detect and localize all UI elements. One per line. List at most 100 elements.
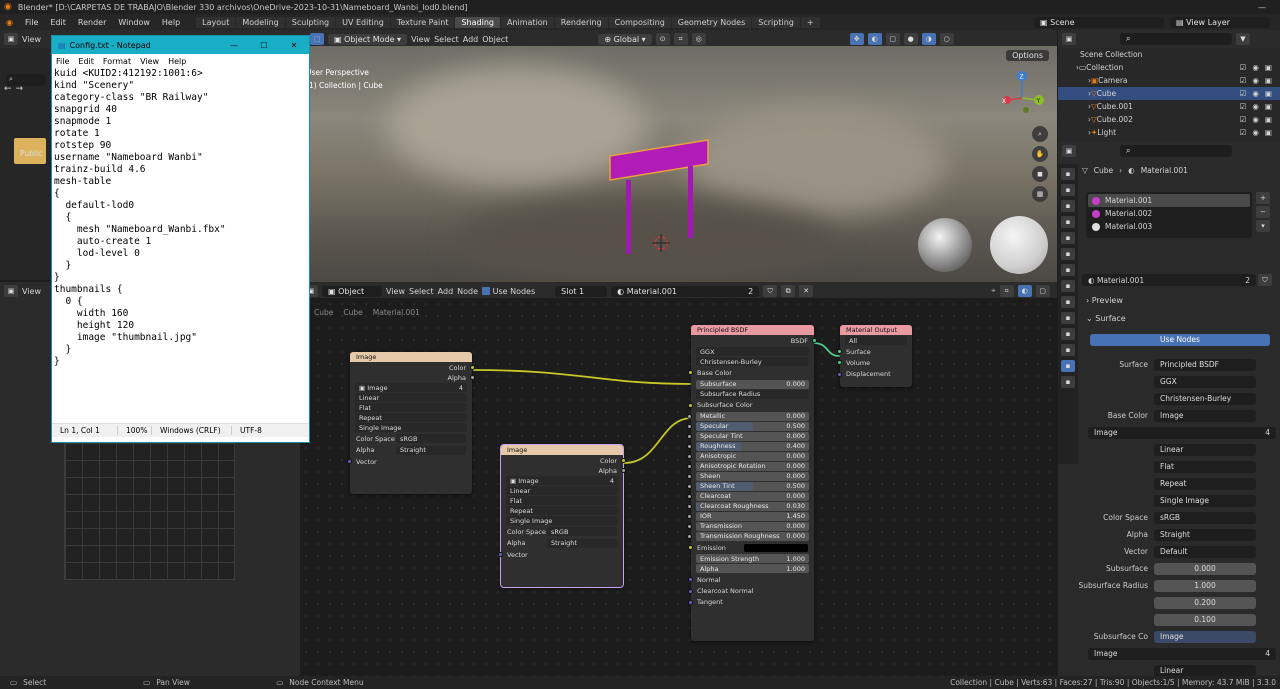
snap-toggle-icon[interactable]: ⌗ — [999, 285, 1014, 297]
back-icon[interactable]: ← — [4, 84, 12, 94]
extension-dropdown[interactable]: Repeat — [355, 413, 467, 423]
alpha-field[interactable]: Alpha 1.000 — [696, 564, 809, 574]
prop-tab-modifier-icon[interactable]: ▪ — [1061, 280, 1075, 292]
principled-bsdf-node[interactable]: Principled BSDF BSDF GGX Christensen-Bur… — [687, 325, 817, 641]
window-minimize-icon[interactable]: — — [1258, 3, 1280, 12]
menu-edit[interactable]: Edit — [44, 18, 72, 27]
menu-help[interactable]: Help — [156, 18, 186, 27]
view-layer-selector[interactable]: ▤ View Layer — [1170, 16, 1270, 28]
image-texture-node-1[interactable]: Image Color Alpha ▣ Image 4 Linear Flat R… — [347, 352, 475, 494]
pan-hand-icon[interactable]: ✋ — [1032, 146, 1048, 162]
tab-rendering[interactable]: Rendering — [554, 16, 608, 28]
tab-layout[interactable]: Layout — [196, 16, 236, 28]
camera-render-icon[interactable]: ▣ — [1265, 89, 1272, 98]
camera-render-icon[interactable]: ▣ — [1265, 115, 1272, 124]
interpolation-dropdown[interactable]: Linear — [355, 393, 467, 403]
node-header[interactable]: Principled BSDF — [691, 325, 814, 335]
notepad-menu-file[interactable]: File — [56, 57, 69, 66]
checkbox-icon[interactable]: ☑ — [1240, 102, 1247, 111]
outliner-scene-collection[interactable]: Scene Collection — [1058, 48, 1280, 61]
subsurface-method-dropdown[interactable]: Christensen-Burley — [696, 357, 809, 367]
tab-sculpting[interactable]: Sculpting — [285, 16, 336, 28]
outliner-item-cube[interactable]: › ▽ Cube ☑ ◉ ▣ — [1058, 87, 1280, 100]
nameboard-post-left[interactable] — [626, 180, 631, 254]
bsdf-param-metallic[interactable]: Metallic 0.000 — [687, 411, 809, 421]
add-slot-icon[interactable]: + — [1256, 192, 1270, 204]
socket-transmission[interactable] — [687, 523, 692, 529]
camera-render-icon[interactable]: ▣ — [1265, 102, 1272, 111]
close-icon[interactable]: ✕ — [279, 41, 309, 50]
img-opt-2-field[interactable]: Repeat — [1154, 477, 1256, 490]
tab-compositing[interactable]: Compositing — [608, 16, 671, 28]
image-view-menu[interactable]: View — [22, 287, 41, 296]
tab-scripting[interactable]: Scripting — [752, 16, 800, 28]
subsurface-field[interactable]: Subsurface 0.000 — [696, 379, 809, 389]
notepad-menu-edit[interactable]: Edit — [78, 57, 94, 66]
bsdf-param-anisotropic[interactable]: Anisotropic 0.000 — [687, 451, 809, 461]
eye-icon[interactable]: ◉ — [1252, 115, 1259, 124]
uv-grid[interactable] — [64, 442, 235, 580]
prop-tab-data-icon[interactable]: ▪ — [1061, 344, 1075, 356]
material-slot-item[interactable]: Material.001 — [1088, 194, 1250, 207]
subsurface-radius-x-field[interactable]: 1.000 — [1154, 579, 1256, 592]
3d-viewport[interactable]: User Perspective (1) Collection | Cube O… — [306, 46, 1057, 282]
outliner-search-input[interactable]: ⌕ — [1120, 33, 1232, 45]
nameboard-panel[interactable] — [609, 139, 709, 181]
socket-surface[interactable] — [837, 349, 842, 355]
socket-anisotropic[interactable] — [687, 453, 692, 459]
bsdf-param-clearcoat-roughness[interactable]: Clearcoat Roughness 0.030 — [687, 501, 809, 511]
backdrop-icon[interactable]: ▢ — [1035, 285, 1050, 297]
colorspace-dropdown[interactable]: sRGB — [547, 527, 617, 537]
bsdf-param-transmission[interactable]: Transmission 0.000 — [687, 521, 809, 531]
prop-tab-render-icon[interactable]: ▪ — [1061, 184, 1075, 196]
prop-tab-physics-icon[interactable]: ▪ — [1061, 312, 1075, 324]
slot-dropdown[interactable]: Slot 1 — [555, 285, 608, 297]
camera-render-icon[interactable]: ▣ — [1265, 63, 1272, 72]
material-output-node[interactable]: Material Output All Surface Volume Displ… — [837, 325, 912, 387]
overlay-icon[interactable]: ◐ — [1017, 285, 1032, 297]
use-nodes-checkbox[interactable]: Use Nodes — [482, 287, 535, 296]
eye-icon[interactable]: ◉ — [1252, 76, 1259, 85]
subsurface-radius-dropdown[interactable]: Subsurface Radius — [696, 389, 809, 399]
node-view-menu[interactable]: View — [386, 287, 405, 296]
duplicate-material-icon[interactable]: ⧉ — [781, 285, 796, 297]
3d-cursor-icon[interactable] — [652, 234, 670, 252]
socket-emission[interactable] — [688, 545, 693, 551]
subsurface-color-field[interactable]: Image — [1154, 630, 1256, 643]
socket-ior[interactable] — [687, 513, 692, 519]
xray-icon[interactable]: ▢ — [885, 33, 900, 45]
img-opt-0-field[interactable]: Linear — [1154, 443, 1256, 456]
subsurface-radius-y-field[interactable]: 0.200 — [1154, 596, 1256, 609]
viewport-view-menu[interactable]: View — [411, 35, 430, 44]
editor-type-icon[interactable]: ▣ — [4, 33, 18, 45]
navigation-gizmo[interactable]: Z Y X — [996, 70, 1048, 122]
outliner-item-cube-001[interactable]: › ▽ Cube.001 ☑ ◉ ▣ — [1058, 100, 1280, 113]
maximize-icon[interactable]: ☐ — [249, 41, 279, 50]
socket-vector[interactable] — [498, 552, 503, 558]
bsdf-param-clearcoat[interactable]: Clearcoat 0.000 — [687, 491, 809, 501]
source-dropdown[interactable]: Single Image — [355, 423, 467, 433]
forward-icon[interactable]: → — [16, 84, 24, 94]
image-datablock[interactable]: ▣ Image 4 — [506, 476, 618, 486]
eye-icon[interactable]: ◉ — [1252, 89, 1259, 98]
socket-volume[interactable] — [837, 360, 842, 366]
image-datablock[interactable]: ▣ Image 4 — [355, 383, 467, 393]
image-datablock-field[interactable]: Image 4 — [1088, 426, 1276, 439]
socket-clearcoat[interactable] — [687, 493, 692, 499]
shading-rendered-icon[interactable]: ○ — [939, 33, 954, 45]
subsurface-radius-z-field[interactable]: 0.100 — [1154, 613, 1256, 626]
image-texture-node-2[interactable]: Image Color Alpha ▣ Image 4 Linear Flat R… — [498, 444, 626, 588]
pivot-icon[interactable]: ⊙ — [655, 33, 670, 45]
tab-add[interactable]: + — [800, 16, 820, 28]
material-slot-item[interactable]: Material.002 — [1088, 207, 1250, 220]
socket-transmission-roughness[interactable] — [687, 533, 692, 539]
viewport-add-menu[interactable]: Add — [463, 35, 479, 44]
proportional-edit-icon[interactable]: ◎ — [691, 33, 706, 45]
socket-tangent[interactable] — [688, 599, 693, 605]
shader-type-dropdown[interactable]: ▣ Object — [322, 285, 382, 297]
slot-menu-icon[interactable]: ▾ — [1256, 220, 1270, 232]
overlay-toggle-icon[interactable]: ◐ — [867, 33, 882, 45]
colorspace-dropdown[interactable]: sRGB — [396, 434, 466, 444]
checkbox-icon[interactable]: ☑ — [1240, 128, 1247, 137]
menu-file[interactable]: File — [19, 18, 44, 27]
